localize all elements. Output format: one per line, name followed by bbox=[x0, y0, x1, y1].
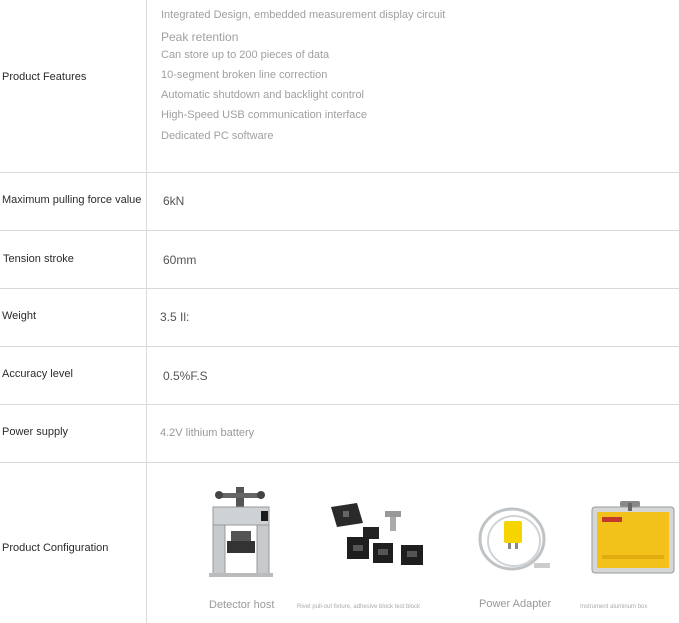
spec-row-weight: Weight 3.5 Il: bbox=[0, 289, 679, 347]
spec-table: Product Features Integrated Design, embe… bbox=[0, 0, 679, 623]
spec-value: 4.2V lithium battery bbox=[160, 427, 255, 439]
spec-row-power: Power supply 4.2V lithium battery bbox=[0, 405, 679, 463]
feature-item: High-Speed USB communication interface bbox=[161, 109, 368, 121]
feature-item: Integrated Design, embedded measurement … bbox=[161, 9, 446, 21]
feature-item: Automatic shutdown and backlight control bbox=[161, 89, 365, 101]
feature-item: 10-segment broken line correction bbox=[161, 69, 328, 81]
spec-row-max-force: Maximum pulling force value 6kN bbox=[0, 173, 679, 231]
spec-label: Weight bbox=[2, 310, 37, 322]
features-label: Product Features bbox=[2, 71, 87, 83]
feature-item: Peak retention bbox=[161, 30, 239, 44]
spec-label: Accuracy level bbox=[2, 368, 73, 380]
config-caption: Power Adapter bbox=[479, 598, 552, 610]
config-caption: Detector host bbox=[209, 599, 275, 611]
spec-value: 60mm bbox=[163, 253, 197, 267]
detector-host-icon bbox=[209, 487, 273, 577]
config-caption: Rivet pull-out fixture, adhesive block t… bbox=[297, 604, 421, 610]
spec-label: Tension stroke bbox=[3, 253, 74, 265]
power-adapter-icon bbox=[478, 507, 550, 571]
spec-label: Power supply bbox=[2, 426, 69, 438]
spec-value: 0.5%F.S bbox=[163, 369, 208, 383]
spec-label: Maximum pulling force value bbox=[2, 194, 142, 206]
spec-value: 6kN bbox=[163, 194, 185, 208]
feature-item: Can store up to 200 pieces of data bbox=[161, 49, 330, 61]
configuration-row: Product Configuration Detector host Rive… bbox=[0, 463, 679, 623]
configuration-label: Product Configuration bbox=[2, 542, 109, 554]
spec-value: 3.5 Il: bbox=[160, 310, 190, 324]
fixture-blocks-icon bbox=[331, 503, 423, 565]
aluminum-case-icon bbox=[591, 501, 675, 574]
features-row: Product Features Integrated Design, embe… bbox=[0, 0, 679, 173]
feature-item: Dedicated PC software bbox=[161, 130, 274, 142]
spec-row-accuracy: Accuracy level 0.5%F.S bbox=[0, 347, 679, 405]
config-caption: Instrument aluminum box bbox=[580, 604, 648, 610]
spec-row-stroke: Tension stroke 60mm bbox=[0, 231, 679, 289]
